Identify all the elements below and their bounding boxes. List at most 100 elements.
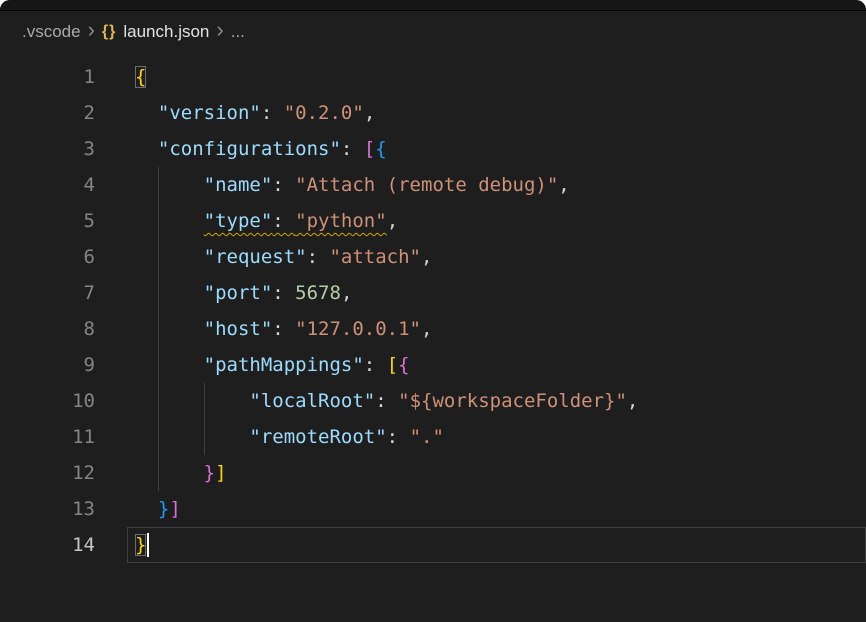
- code-token: "python": [295, 210, 387, 232]
- gutter-gap: [95, 59, 127, 95]
- code-token: ,: [627, 390, 638, 412]
- code-content[interactable]: }: [127, 527, 866, 563]
- gutter-gap: [95, 95, 127, 131]
- code-line[interactable]: 1{: [0, 59, 866, 95]
- code-token: }: [135, 534, 146, 556]
- line-number[interactable]: 14: [0, 527, 95, 563]
- code-area[interactable]: 1{2 "version": "0.2.0",3 "configurations…: [0, 59, 866, 563]
- code-content[interactable]: {: [127, 59, 866, 95]
- code-content[interactable]: "name": "Attach (remote debug)",: [127, 167, 866, 203]
- code-line[interactable]: 7 "port": 5678,: [0, 275, 866, 311]
- code-content[interactable]: "type": "python",: [127, 203, 866, 239]
- gutter-gap: [95, 203, 127, 239]
- code-content[interactable]: "port": 5678,: [127, 275, 866, 311]
- code-token: [135, 462, 204, 484]
- code-line[interactable]: 14}: [0, 527, 866, 563]
- code-token: :: [387, 426, 410, 448]
- code-token: [135, 174, 204, 196]
- code-token: {: [135, 66, 146, 88]
- code-token: :: [261, 102, 284, 124]
- gutter-gap: [95, 239, 127, 275]
- code-content[interactable]: "localRoot": "${workspaceFolder}",: [127, 383, 866, 419]
- code-line[interactable]: 3 "configurations": [{: [0, 131, 866, 167]
- code-token: "name": [204, 174, 273, 196]
- code-token: [135, 102, 158, 124]
- code-line[interactable]: 5 "type": "python",: [0, 203, 866, 239]
- code-content[interactable]: "request": "attach",: [127, 239, 866, 275]
- breadcrumb-symbol-path[interactable]: ...: [231, 22, 245, 42]
- code-token: :: [272, 210, 295, 232]
- code-line[interactable]: 9 "pathMappings": [{: [0, 347, 866, 383]
- code-line[interactable]: 6 "request": "attach",: [0, 239, 866, 275]
- line-number[interactable]: 6: [0, 239, 95, 275]
- code-content[interactable]: "host": "127.0.0.1",: [127, 311, 866, 347]
- indent-guide: [204, 383, 205, 419]
- code-token: ,: [387, 210, 398, 232]
- code-content[interactable]: "pathMappings": [{: [127, 347, 866, 383]
- code-token: {: [398, 354, 409, 376]
- code-token: ,: [421, 246, 432, 268]
- code-token: :: [272, 282, 295, 304]
- line-number[interactable]: 5: [0, 203, 95, 239]
- code-token: "request": [204, 246, 307, 268]
- breadcrumb: .vscode › {} launch.json › ...: [0, 11, 866, 53]
- line-number[interactable]: 13: [0, 491, 95, 527]
- gutter-gap: [95, 527, 127, 563]
- line-number[interactable]: 7: [0, 275, 95, 311]
- line-number[interactable]: 3: [0, 131, 95, 167]
- line-number[interactable]: 2: [0, 95, 95, 131]
- breadcrumb-file[interactable]: {} launch.json: [102, 22, 209, 42]
- code-token: "${workspaceFolder}": [398, 390, 627, 412]
- window-top-strip: [0, 0, 866, 11]
- editor[interactable]: 1{2 "version": "0.2.0",3 "configurations…: [0, 53, 866, 563]
- code-line[interactable]: 8 "host": "127.0.0.1",: [0, 311, 866, 347]
- code-line[interactable]: 12 }]: [0, 455, 866, 491]
- gutter-gap: [95, 131, 127, 167]
- indent-guide: [158, 383, 159, 419]
- code-content[interactable]: "version": "0.2.0",: [127, 95, 866, 131]
- line-number[interactable]: 9: [0, 347, 95, 383]
- code-token: "0.2.0": [284, 102, 364, 124]
- breadcrumb-folder[interactable]: .vscode: [22, 22, 81, 42]
- line-number[interactable]: 8: [0, 311, 95, 347]
- code-token: [135, 282, 204, 304]
- line-number[interactable]: 1: [0, 59, 95, 95]
- code-line[interactable]: 10 "localRoot": "${workspaceFolder}",: [0, 383, 866, 419]
- line-number[interactable]: 12: [0, 455, 95, 491]
- code-content[interactable]: "configurations": [{: [127, 131, 866, 167]
- gutter-gap: [95, 383, 127, 419]
- code-content[interactable]: "remoteRoot": ".": [127, 419, 866, 455]
- code-token: [135, 210, 204, 232]
- code-token: "remoteRoot": [249, 426, 386, 448]
- code-token: :: [307, 246, 330, 268]
- code-token: "Attach (remote debug)": [295, 174, 558, 196]
- code-token: ,: [421, 318, 432, 340]
- code-token: "configurations": [158, 138, 341, 160]
- code-content[interactable]: }]: [127, 455, 866, 491]
- code-token: "pathMappings": [204, 354, 364, 376]
- code-token: "version": [158, 102, 261, 124]
- code-token: :: [375, 390, 398, 412]
- code-content[interactable]: }]: [127, 491, 866, 527]
- indent-guide: [158, 347, 159, 383]
- line-number[interactable]: 11: [0, 419, 95, 455]
- line-number[interactable]: 4: [0, 167, 95, 203]
- line-number[interactable]: 10: [0, 383, 95, 419]
- code-token: "type": [204, 210, 273, 232]
- indent-guide: [158, 455, 159, 491]
- json-braces-icon: {}: [102, 23, 116, 41]
- code-token: ,: [558, 174, 569, 196]
- indent-guide: [158, 203, 159, 239]
- indent-guide: [158, 275, 159, 311]
- code-line[interactable]: 13 }]: [0, 491, 866, 527]
- gutter-gap: [95, 419, 127, 455]
- code-token: [135, 390, 249, 412]
- code-line[interactable]: 11 "remoteRoot": ".": [0, 419, 866, 455]
- code-token: [135, 498, 158, 520]
- code-token: }: [158, 498, 169, 520]
- code-token: "host": [204, 318, 273, 340]
- code-line[interactable]: 2 "version": "0.2.0",: [0, 95, 866, 131]
- code-token: :: [341, 138, 364, 160]
- code-line[interactable]: 4 "name": "Attach (remote debug)",: [0, 167, 866, 203]
- chevron-right-icon: ›: [216, 19, 223, 41]
